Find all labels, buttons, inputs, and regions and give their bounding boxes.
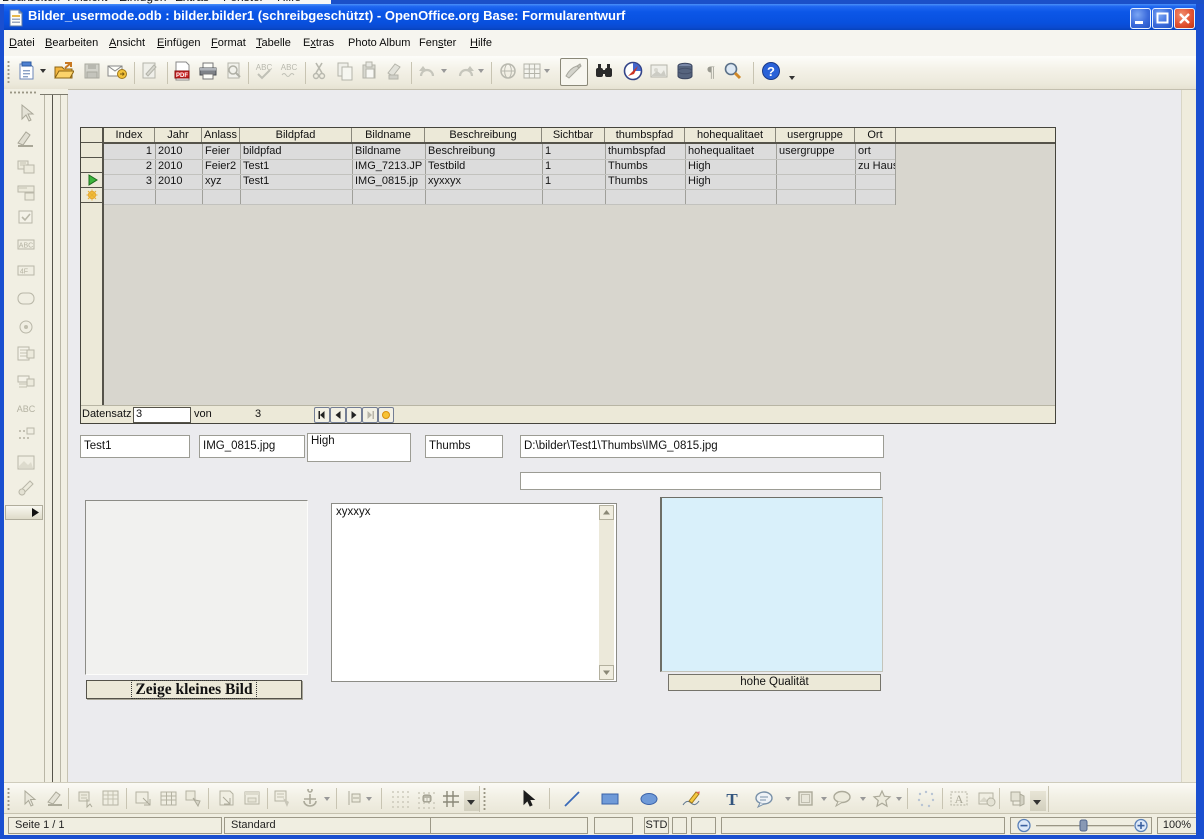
svg-text:A: A xyxy=(955,792,964,806)
svg-text:ABC: ABC xyxy=(17,404,36,414)
svg-text:ABC: ABC xyxy=(281,63,298,72)
svg-text:¶: ¶ xyxy=(707,64,715,81)
svg-text:PDF: PDF xyxy=(176,73,188,79)
svg-text:ABC: ABC xyxy=(19,243,33,250)
svg-text:4F: 4F xyxy=(20,269,28,276)
svg-text:T: T xyxy=(726,790,738,809)
svg-text:?: ? xyxy=(767,64,775,79)
